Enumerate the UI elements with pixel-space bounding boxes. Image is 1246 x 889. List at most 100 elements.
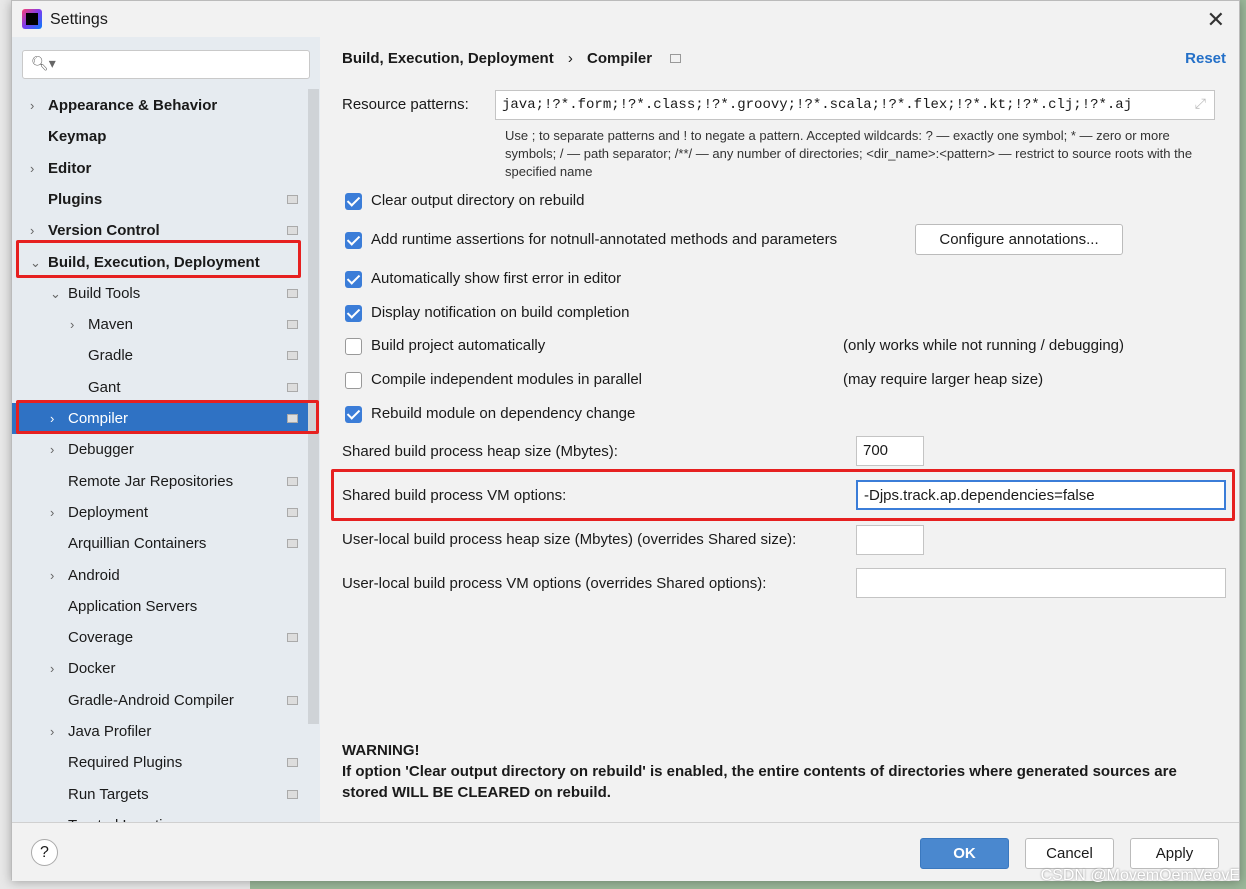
compiler-settings-panel: Build, Execution, Deployment › Compiler … (320, 37, 1240, 822)
sidebar-item-label: Gradle-Android Compiler (68, 691, 234, 709)
sidebar-item[interactable]: Required Plugins (12, 747, 308, 778)
search-input[interactable]: 🔍︎▾ (22, 50, 310, 79)
checkbox-label[interactable]: Automatically show first error in editor (371, 270, 621, 287)
resource-patterns-input[interactable]: java;!?*.form;!?*.class;!?*.groovy;!?*.s… (495, 90, 1215, 120)
highlight-vm-options (331, 469, 1235, 521)
sidebar-item[interactable]: Plugins (12, 184, 308, 215)
warning-message: WARNING! If option 'Clear output directo… (342, 742, 1177, 801)
sidebar-item[interactable]: Gant (12, 372, 308, 403)
sidebar-item-label: Run Targets (68, 785, 149, 803)
highlight-compiler (16, 400, 319, 434)
cancel-button[interactable]: Cancel (1025, 838, 1114, 869)
sidebar-item-label: Android (68, 566, 120, 584)
help-button[interactable]: ? (31, 839, 58, 866)
chevron-right-icon[interactable]: › (30, 90, 34, 121)
sidebar-item[interactable]: › Deployment (12, 497, 308, 528)
project-page-icon (287, 758, 298, 768)
project-page-icon (287, 382, 298, 392)
checkbox-label[interactable]: Compile independent modules in parallel (371, 371, 642, 388)
page-icon (670, 54, 682, 63)
sidebar-item[interactable]: › Debugger (12, 434, 308, 465)
chevron-right-icon[interactable]: › (50, 497, 54, 528)
sidebar-item[interactable]: › Docker (12, 653, 308, 684)
sidebar-item-label: Deployment (68, 503, 149, 521)
project-page-icon (287, 539, 298, 549)
checkbox[interactable] (345, 305, 362, 322)
expand-icon[interactable]: ⤢ (1195, 91, 1206, 119)
chevron-right-icon[interactable]: › (50, 653, 54, 684)
checkbox-label[interactable]: Add runtime assertions for notnull-annot… (371, 231, 837, 248)
search-icon: 🔍︎▾ (31, 55, 56, 71)
sidebar-item-label: Build Tools (68, 284, 141, 302)
checkbox-label[interactable]: Build project automatically (371, 337, 545, 354)
project-page-icon (287, 507, 298, 517)
sidebar-item[interactable]: › Maven (12, 309, 308, 340)
chevron-right-icon[interactable]: › (50, 560, 54, 591)
close-icon[interactable]: ✕ (1207, 7, 1225, 33)
sidebar-item-label: Gant (88, 378, 121, 396)
sidebar-item-label: Required Plugins (68, 754, 183, 772)
chevron-right-icon[interactable]: › (30, 153, 34, 184)
apply-button[interactable]: Apply (1130, 838, 1219, 869)
sidebar-item-label: Editor (48, 159, 92, 177)
local-vm-label: User-local build process VM options (ove… (342, 575, 767, 592)
checkbox-label[interactable]: Clear output directory on rebuild (371, 192, 584, 209)
checkbox-label[interactable]: Display notification on build completion (371, 304, 629, 321)
checkbox[interactable] (345, 406, 362, 423)
chevron-right-icon[interactable]: › (70, 309, 74, 340)
sidebar-item-label: Debugger (68, 441, 134, 459)
sidebar-item[interactable]: ⌄ Build Tools (12, 278, 308, 309)
sidebar-item[interactable]: › Appearance & Behavior (12, 90, 308, 121)
chevron-right-icon[interactable]: › (50, 434, 54, 465)
sidebar-item[interactable]: Coverage (12, 622, 308, 653)
checkbox[interactable] (345, 232, 362, 249)
sidebar-item-label: Application Servers (68, 597, 198, 615)
sidebar-item[interactable]: Application Servers (12, 591, 308, 622)
project-page-icon (287, 288, 298, 298)
local-vm-input[interactable] (856, 568, 1226, 598)
checkbox[interactable] (345, 271, 362, 288)
sidebar-item[interactable]: Gradle (12, 340, 308, 371)
configure-annotations-button[interactable]: Configure annotations... (915, 224, 1123, 255)
sidebar-item[interactable]: Trusted Locations (12, 810, 308, 822)
sidebar-item[interactable]: Run Targets (12, 779, 308, 810)
sidebar-item[interactable]: Keymap (12, 121, 308, 152)
ok-button[interactable]: OK (920, 838, 1009, 869)
project-page-icon (287, 633, 298, 643)
sidebar-item-label: Maven (88, 316, 134, 334)
heap-size-input[interactable]: 700 (856, 436, 924, 466)
intellij-logo-icon (22, 9, 42, 29)
sidebar-item[interactable]: › Java Profiler (12, 716, 308, 747)
settings-dialog: Settings ✕ 🔍︎▾ › Appearance & Behavior Key… (11, 0, 1240, 881)
project-page-icon (287, 320, 298, 330)
resource-patterns-label: Resource patterns: (342, 96, 469, 113)
window-title: Settings (50, 11, 108, 28)
sidebar-item[interactable]: Gradle-Android Compiler (12, 685, 308, 716)
highlight-build-execution (16, 240, 301, 278)
checkbox-label[interactable]: Rebuild module on dependency change (371, 405, 635, 422)
local-heap-input[interactable] (856, 525, 924, 555)
sidebar-item-label: Arquillian Containers (68, 535, 207, 553)
title-bar: Settings ✕ (12, 1, 1239, 37)
reset-link[interactable]: Reset (1185, 50, 1226, 67)
breadcrumb: Build, Execution, Deployment › Compiler (342, 50, 682, 67)
local-heap-label: User-local build process heap size (Mbyt… (342, 531, 797, 548)
chevron-right-icon[interactable]: › (50, 716, 54, 747)
sidebar-item[interactable]: Arquillian Containers (12, 528, 308, 559)
chevron-down-icon[interactable]: ⌄ (50, 278, 61, 309)
sidebar-item[interactable]: › Editor (12, 153, 308, 184)
checkbox[interactable] (345, 372, 362, 389)
project-page-icon (287, 226, 298, 236)
sidebar-item-label: Docker (68, 660, 116, 678)
checkbox[interactable] (345, 193, 362, 210)
watermark: CSDN @MovemOemVeovE (1040, 867, 1240, 884)
resource-patterns-hint: Use ; to separate patterns and ! to nega… (505, 128, 1193, 179)
project-page-icon (287, 695, 298, 705)
checkbox[interactable] (345, 338, 362, 355)
sidebar-item-label: Keymap (48, 128, 107, 146)
sidebar-item[interactable]: Remote Jar Repositories (12, 466, 308, 497)
project-page-icon (287, 194, 298, 204)
project-page-icon (287, 351, 298, 361)
heap-size-label: Shared build process heap size (Mbytes): (342, 443, 618, 460)
sidebar-item[interactable]: › Android (12, 560, 308, 591)
